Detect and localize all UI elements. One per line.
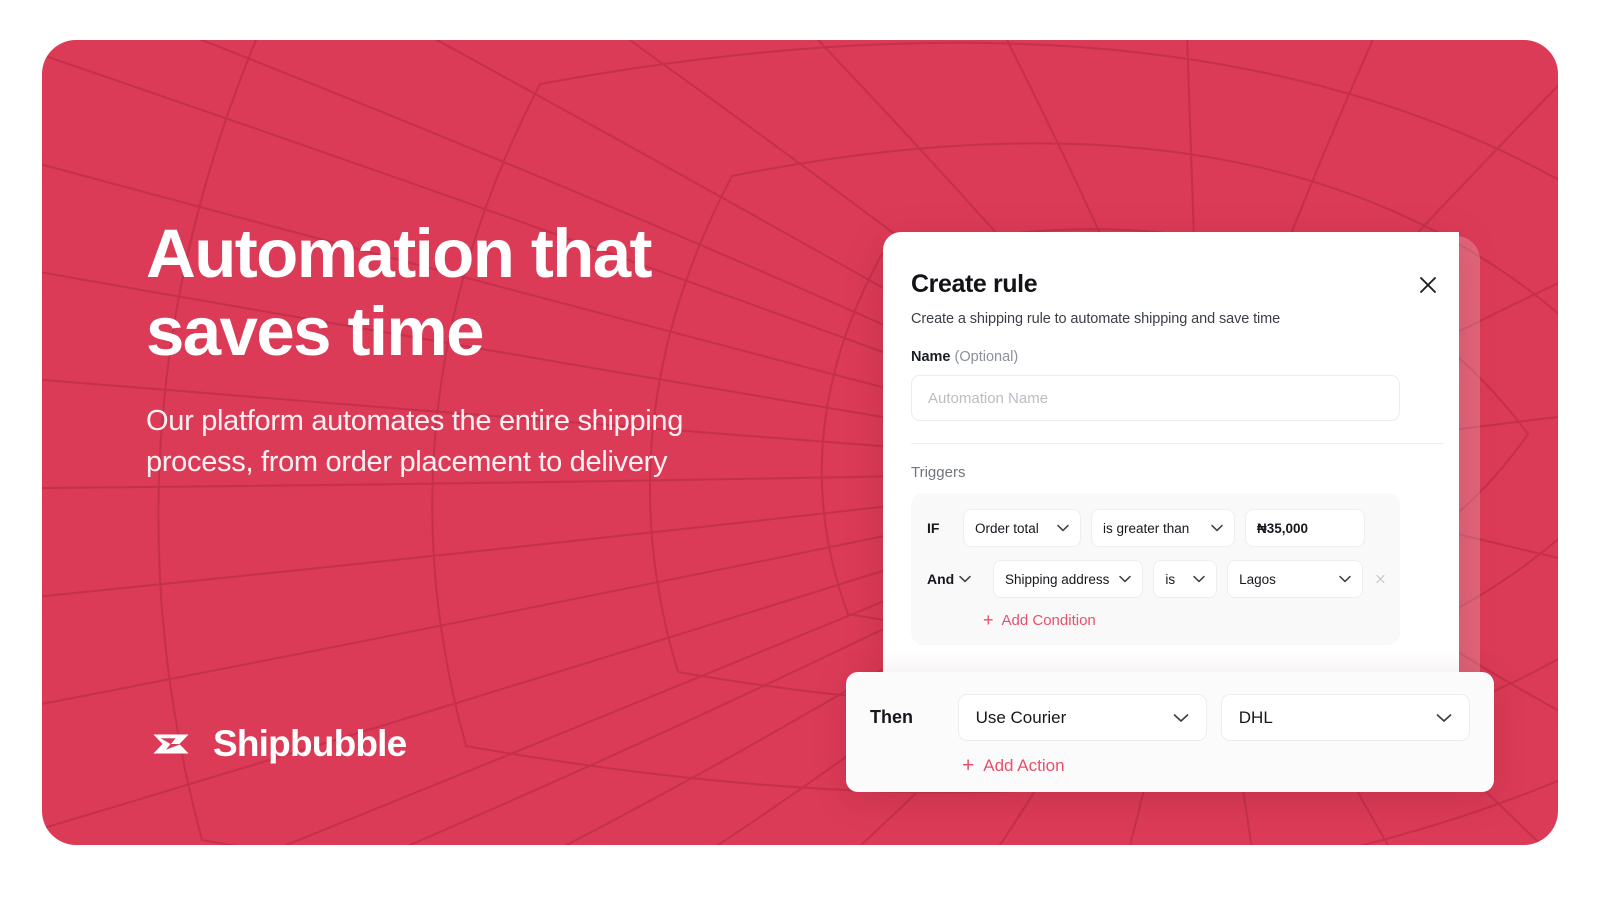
condition-prefix-label: And (927, 571, 955, 587)
chevron-down-icon (1339, 575, 1351, 583)
then-action-card: Then Use Courier DHL + Add Action (846, 672, 1494, 792)
name-label-text: Name (911, 349, 951, 365)
condition-value-select-2[interactable]: Lagos (1227, 560, 1364, 598)
add-condition-button[interactable]: + Add Condition (983, 611, 1386, 629)
action-type-select[interactable]: Use Courier (957, 694, 1207, 741)
subheading-line-1: Our platform automates the entire shippi… (146, 405, 684, 437)
name-label-optional: (Optional) (954, 349, 1019, 365)
headline-line-1: Automation that (146, 215, 653, 292)
chevron-down-icon (1057, 524, 1069, 532)
condition-prefix-and[interactable]: And (927, 571, 983, 587)
close-icon[interactable] (1417, 274, 1439, 296)
table-row: IF Order total is greater than ₦35,000 (927, 509, 1386, 547)
subheading-line-2: process, from order placement to deliver… (146, 446, 668, 478)
condition-field-value-2: Shipping address (1005, 571, 1110, 587)
action-type-value: Use Courier (975, 707, 1067, 727)
remove-condition-icon[interactable] (1373, 572, 1386, 586)
chevron-down-icon (1436, 713, 1452, 722)
add-action-button[interactable]: + Add Action (962, 755, 1470, 776)
modal-title: Create rule (911, 270, 1038, 298)
condition-operator-select-2[interactable]: is (1153, 560, 1218, 598)
condition-operator-value-1: is greater than (1103, 520, 1190, 536)
shipbubble-logo: Shipbubble (147, 723, 407, 765)
action-row: Then Use Courier DHL (870, 694, 1470, 741)
logo-wordmark: Shipbubble (213, 723, 407, 764)
create-rule-modal: Create rule Create a shipping rule to au… (883, 232, 1459, 672)
condition-field-value-1: Order total (975, 520, 1039, 536)
courier-value: DHL (1238, 707, 1273, 727)
automation-name-input[interactable] (911, 375, 1400, 421)
condition-value-2: Lagos (1239, 571, 1276, 587)
table-row: And Shipping address is Lagos (927, 560, 1386, 598)
shipbubble-s-mark (153, 734, 189, 754)
condition-field-select-1[interactable]: Order total (963, 509, 1081, 547)
headline-line-2: saves time (146, 293, 485, 370)
triggers-section-label: Triggers (911, 464, 966, 481)
condition-amount-input-1[interactable]: ₦35,000 (1245, 509, 1365, 547)
modal-header: Create rule (911, 270, 1459, 299)
chevron-down-icon (959, 575, 971, 583)
condition-operator-value-2: is (1165, 571, 1176, 587)
then-label: Then (870, 707, 913, 727)
hero-subheading: Our platform automates the entire shippi… (146, 401, 826, 483)
name-field-label: Name (Optional) (911, 349, 1459, 365)
courier-select[interactable]: DHL (1220, 694, 1470, 741)
condition-amount-value-1: ₦35,000 (1257, 520, 1309, 536)
condition-prefix-if: IF (927, 520, 953, 536)
chevron-down-icon (1193, 575, 1205, 583)
condition-prefix-label: IF (927, 520, 940, 536)
page-title: Automation that saves time (146, 215, 826, 371)
plus-icon: + (962, 754, 975, 777)
triggers-panel: IF Order total is greater than ₦35,000 A… (911, 493, 1400, 645)
add-condition-label: Add Condition (1001, 611, 1096, 629)
hero-copy: Automation that saves time Our platform … (146, 215, 826, 483)
section-divider (911, 443, 1443, 444)
chevron-down-icon (1119, 575, 1132, 583)
chevron-down-icon (1173, 713, 1189, 722)
condition-field-select-2[interactable]: Shipping address (993, 560, 1144, 598)
plus-icon: + (983, 610, 994, 630)
chevron-down-icon (1211, 524, 1223, 532)
modal-subtitle: Create a shipping rule to automate shipp… (911, 311, 1281, 327)
add-action-label: Add Action (983, 755, 1065, 775)
condition-operator-select-1[interactable]: is greater than (1091, 509, 1235, 547)
